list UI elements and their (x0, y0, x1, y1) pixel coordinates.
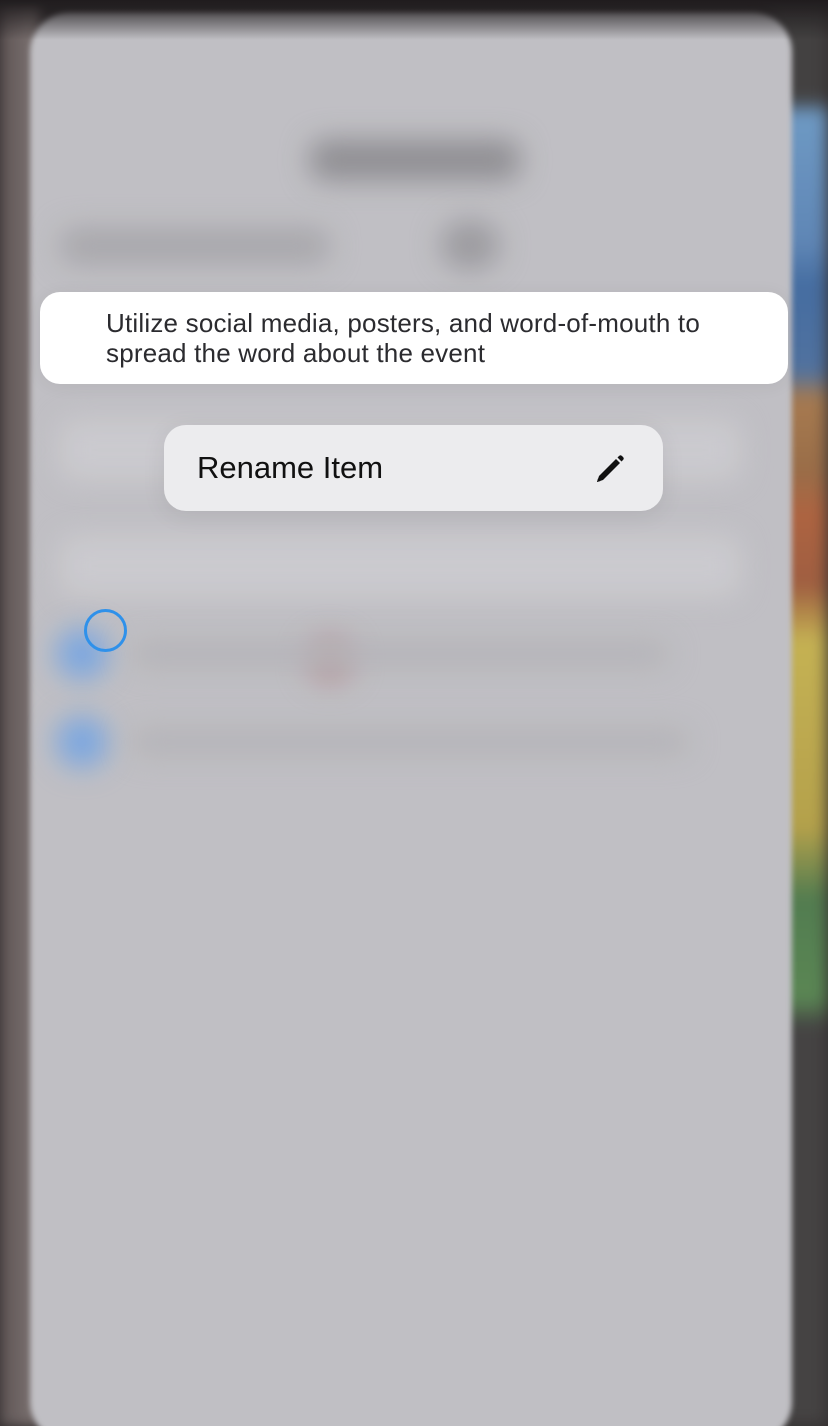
context-menu: Rename Item (164, 425, 663, 511)
pencil-icon (597, 455, 624, 482)
checkbox-circle-icon[interactable] (84, 609, 127, 652)
checklist-item-text: Utilize social media, posters, and word-… (106, 308, 701, 368)
menu-item-label: Rename Item (197, 450, 384, 485)
rename-item-menu-option[interactable]: Rename Item (164, 425, 663, 511)
checklist-item-card[interactable]: Utilize social media, posters, and word-… (40, 292, 788, 652)
dim-overlay (0, 0, 828, 1426)
